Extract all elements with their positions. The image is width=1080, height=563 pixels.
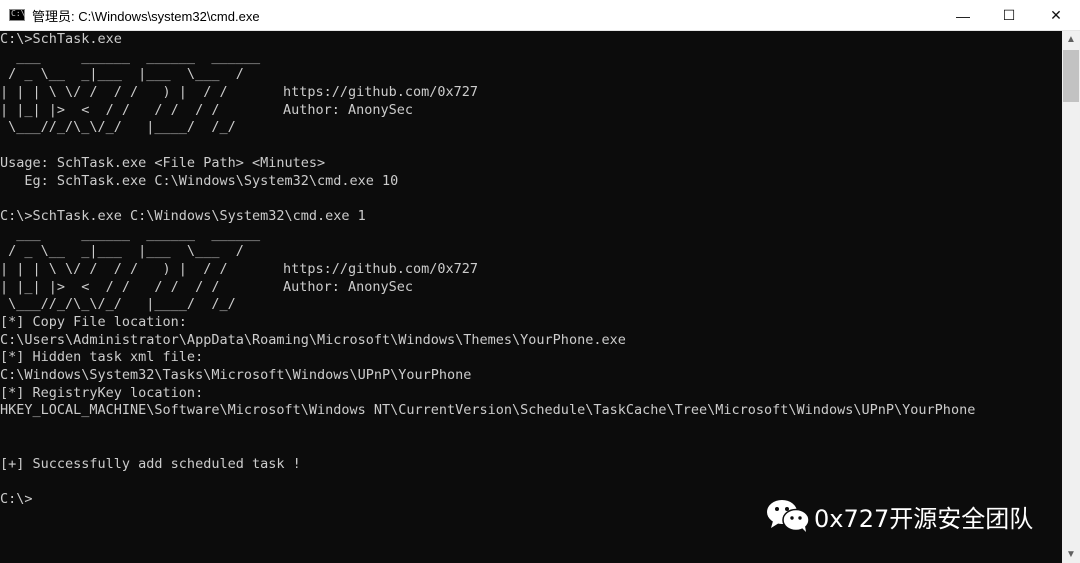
maximize-button[interactable]: ☐ [986,0,1032,31]
usage-line: Usage: SchTask.exe <File Path> <Minutes> [0,154,326,171]
output-line: [*] Copy File location: [0,314,187,330]
output-line: [*] Hidden task xml file: [0,349,204,366]
console-output[interactable]: C:\>SchTask.exe ___ ______ ______ ______… [0,31,1062,563]
author-line: Author: AnonySec [283,101,414,118]
banner-row: ___ ______ ______ ______ [0,49,1062,67]
banner-row: | | | \ \/ / / / ) | / / https://github.c… [0,84,1062,102]
scroll-thumb[interactable] [1063,50,1079,102]
github-link: https://github.com/0x727 [283,260,479,277]
ascii-banner-line: \___//_/\_\/_/ |____/ /_/ [0,119,236,136]
cmd-window: C:\ 管理员: C:\Windows\system32\cmd.exe — ☐… [0,0,1080,563]
banner-row: | |_| |> < / / / / / / Author: AnonySec [0,279,1062,297]
ascii-banner-line: | |_| |> < / / / / / / [0,278,220,295]
minimize-button[interactable]: — [940,0,986,31]
command-line: C:\>SchTask.exe [0,31,122,47]
watermark-text: 0x727开源安全团队 [814,504,1034,533]
scroll-up-arrow-icon[interactable]: ▲ [1062,31,1080,48]
ascii-banner-line: / _ \__ _|___ |___ \___ / [0,243,244,260]
close-button[interactable]: ✕ [1032,0,1080,31]
ascii-banner-line: \___//_/\_\/_/ |____/ /_/ [0,296,236,313]
banner-row: \___//_/\_\/_/ |____/ /_/ [0,296,1062,314]
output-line: C:\Users\Administrator\AppData\Roaming\M… [0,331,626,348]
ascii-banner-line: | | | \ \/ / / / ) | / / [0,260,228,277]
banner-row: ___ ______ ______ ______ [0,226,1062,244]
window-title: 管理员: C:\Windows\system32\cmd.exe [32,8,260,24]
ascii-banner-line: / _ \__ _|___ |___ \___ / [0,66,244,83]
wechat-icon [766,499,810,533]
banner-row: | |_| |> < / / / / / / Author: AnonySec [0,102,1062,120]
window-controls: — ☐ ✕ [940,0,1080,31]
app-icon-glyph: C:\ [11,9,26,18]
title-bar[interactable]: C:\ 管理员: C:\Windows\system32\cmd.exe — ☐… [0,0,1080,31]
github-link: https://github.com/0x727 [283,84,479,101]
banner-row: / _ \__ _|___ |___ \___ / [0,66,1062,84]
banner-row: / _ \__ _|___ |___ \___ / [0,243,1062,261]
command-line: C:\>SchTask.exe C:\Windows\System32\cmd.… [0,207,366,224]
output-line: HKEY_LOCAL_MACHINE\Software\Microsoft\Wi… [0,402,976,419]
ascii-banner-line: | | | \ \/ / / / ) | / / [0,84,228,101]
banner-row: | | | \ \/ / / / ) | / / https://github.c… [0,261,1062,279]
ascii-banner-line: ___ ______ ______ ______ [0,48,261,65]
output-line: [*] RegistryKey location: [0,384,204,401]
author-line: Author: AnonySec [283,278,414,295]
scroll-down-arrow-icon[interactable]: ▼ [1062,546,1080,563]
banner-row: \___//_/\_\/_/ |____/ /_/ [0,119,1062,137]
cmd-app-icon: C:\ [9,9,25,21]
vertical-scrollbar[interactable]: ▲ ▼ [1062,31,1080,563]
ascii-banner-line: ___ ______ ______ ______ [0,225,261,242]
watermark: 0x727开源安全团队 [766,498,1033,534]
output-line: C:\Windows\System32\Tasks\Microsoft\Wind… [0,367,472,384]
success-line: [+] Successfully add scheduled task ! [0,455,301,472]
ascii-banner-line: | |_| |> < / / / / / / [0,101,220,118]
example-line: Eg: SchTask.exe C:\Windows\System32\cmd.… [0,172,399,189]
